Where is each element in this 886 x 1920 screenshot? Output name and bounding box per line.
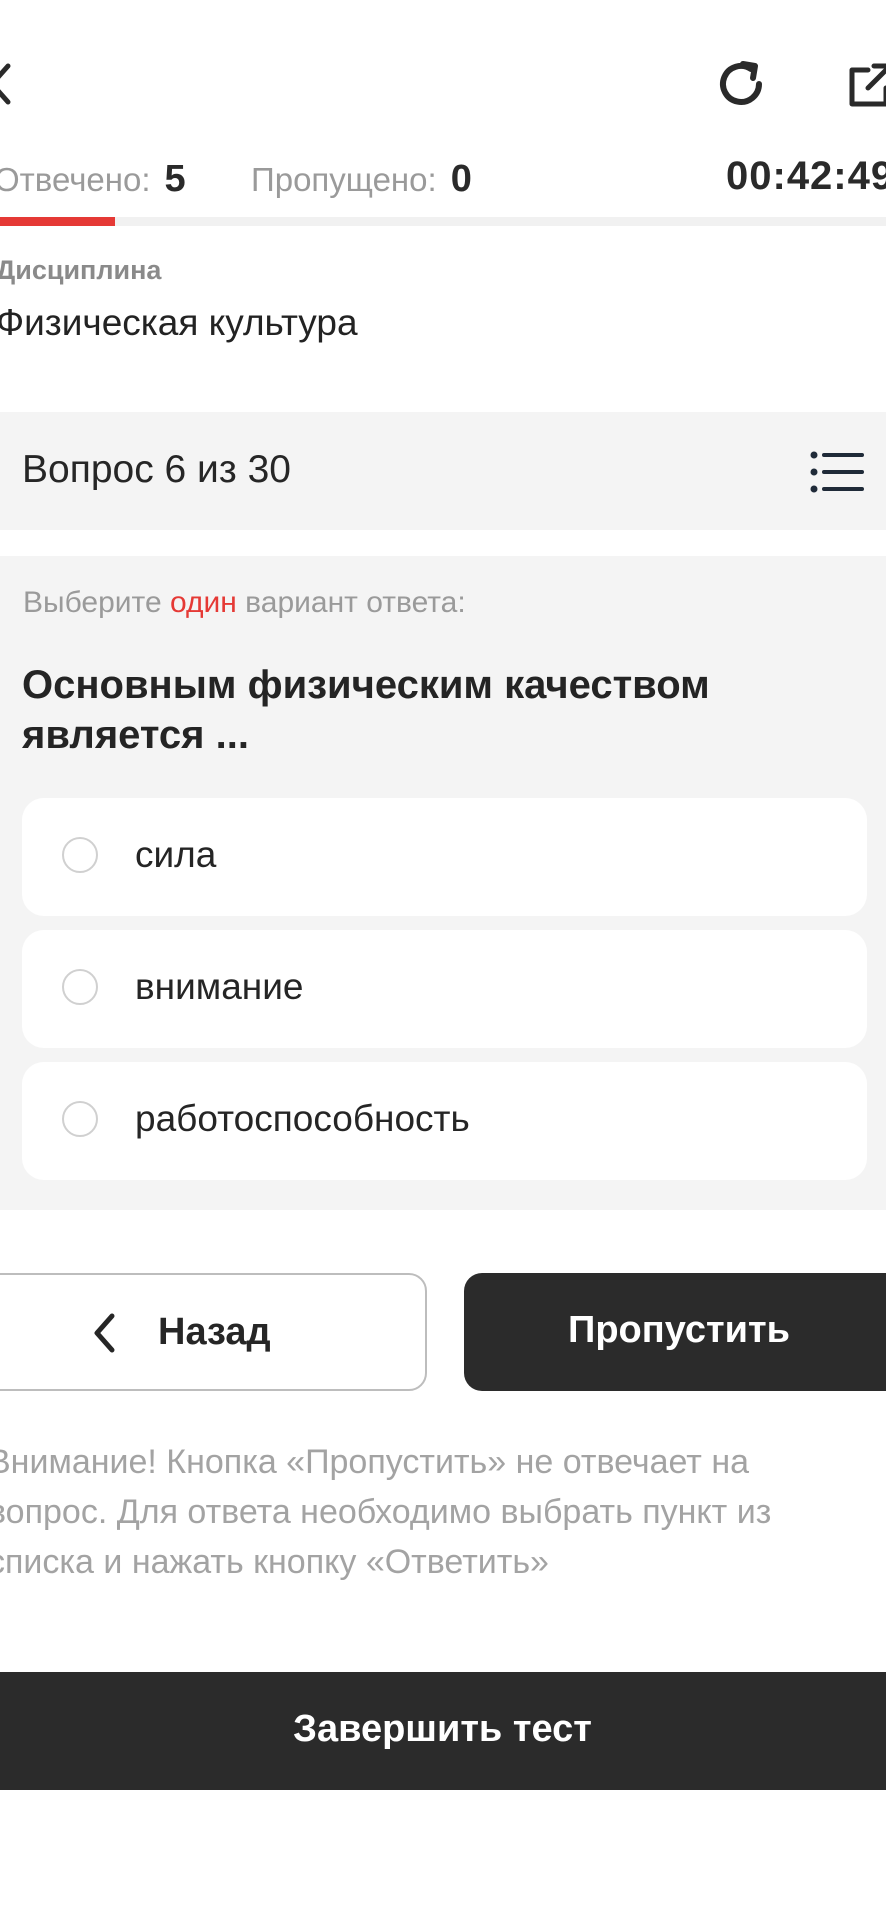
skipped-stat: Пропущено: 0 [251,158,472,201]
question-text: Основным физическим качеством является .… [22,663,710,757]
progress-bar [0,217,886,226]
question-counter: Вопрос 6 из 30 [22,448,291,491]
answer-option[interactable]: работоспособность [22,1062,867,1180]
back-button-label: Назад [158,1311,271,1353]
top-bar [0,40,886,130]
radio-button[interactable] [62,1101,98,1137]
answer-option[interactable]: внимание [22,930,867,1048]
chevron-left-icon[interactable] [0,62,12,106]
list-icon[interactable] [810,450,864,494]
question-card: Выберите один вариант ответа: Основным ф… [0,556,886,1210]
question-counter-card: Вопрос 6 из 30 [0,412,886,530]
answered-stat: Отвечено: 5 [0,158,186,201]
chevron-left-icon [94,1313,115,1353]
skipped-label: Пропущено: [251,161,437,198]
instruction-prefix: Выберите [23,586,170,619]
quiz-screen: Отвечено: 5 Пропущено: 0 00:42:49 Дисцип… [0,0,886,1920]
answer-option-label: внимание [135,966,304,1007]
answer-option[interactable]: сила [22,798,867,916]
instruction-accent: один [169,586,237,619]
skip-notice: Внимание! Кнопка «Пропустить» не отвечае… [0,1443,772,1581]
timer: 00:42:49 [726,154,886,198]
instruction-suffix: вариант ответа: [236,586,466,619]
radio-button[interactable] [62,837,98,873]
progress-fill [0,217,116,226]
finish-test-label: Завершить тест [293,1708,592,1750]
answered-label: Отвечено: [0,161,151,198]
skip-button[interactable]: Пропустить [464,1273,886,1391]
discipline-name: Физическая культура [0,302,358,343]
answer-instruction: Выберите один вариант ответа: [23,586,466,620]
stats-row: Отвечено: 5 Пропущено: 0 00:42:49 [0,150,886,210]
discipline-label: Дисциплина [0,255,162,285]
radio-button[interactable] [62,969,98,1005]
skip-button-label: Пропустить [568,1309,790,1351]
skipped-count: 0 [450,158,472,200]
answer-option-label: работоспособность [135,1098,470,1139]
answered-count: 5 [164,158,186,200]
share-icon[interactable] [844,60,886,112]
finish-test-button[interactable]: Завершить тест [0,1672,886,1790]
refresh-icon[interactable] [713,56,769,112]
answer-option-label: сила [135,834,217,875]
back-button[interactable]: Назад [0,1273,427,1391]
